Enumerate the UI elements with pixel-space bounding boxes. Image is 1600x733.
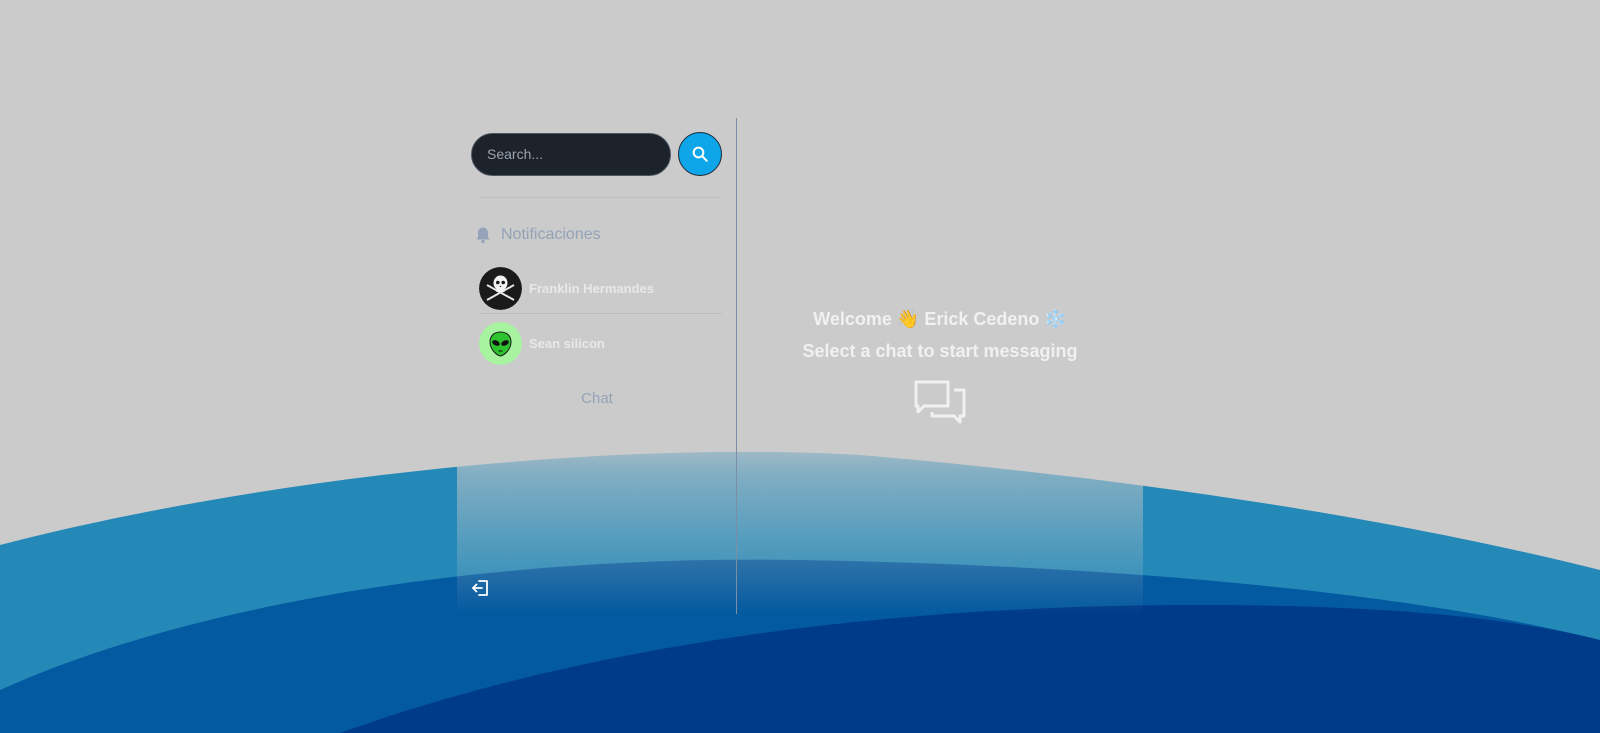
welcome-text: Welcome 👋 Erick Cedeno ❄️: [813, 309, 1067, 329]
chat-app-container: Notificaciones Franklin Hermandes: [457, 118, 1143, 614]
chat-section-label: Chat: [581, 390, 613, 407]
conversation-item[interactable]: Franklin Hermandes: [479, 264, 722, 314]
pirate-skull-icon: [479, 267, 522, 310]
bell-icon: [476, 227, 490, 244]
search-button[interactable]: [678, 132, 722, 176]
conversation-name: Sean silicon: [529, 335, 605, 351]
chat-bubbles-icon: [914, 380, 966, 424]
chat-main-panel: Welcome 👋 Erick Cedeno ❄️ Select a chat …: [737, 118, 1143, 614]
welcome-message: Welcome 👋 Erick Cedeno ❄️ Select a chat …: [737, 303, 1143, 367]
conversation-item[interactable]: Sean silicon: [479, 318, 722, 368]
sidebar-divider: [479, 197, 722, 198]
alien-icon: [479, 321, 522, 365]
search-bar: [471, 132, 722, 176]
welcome-subtitle: Select a chat to start messaging: [802, 341, 1078, 361]
logout-icon: [472, 580, 488, 596]
search-input[interactable]: [471, 132, 671, 176]
conversation-name: Franklin Hermandes: [529, 281, 654, 296]
sidebar: Notificaciones Franklin Hermandes: [457, 118, 737, 614]
logout-button[interactable]: [471, 578, 491, 603]
notifications-label: Notificaciones: [501, 226, 601, 243]
avatar: [479, 267, 522, 310]
search-icon: [692, 146, 708, 162]
avatar: [479, 321, 522, 365]
notifications-item[interactable]: Notificaciones: [475, 226, 601, 244]
